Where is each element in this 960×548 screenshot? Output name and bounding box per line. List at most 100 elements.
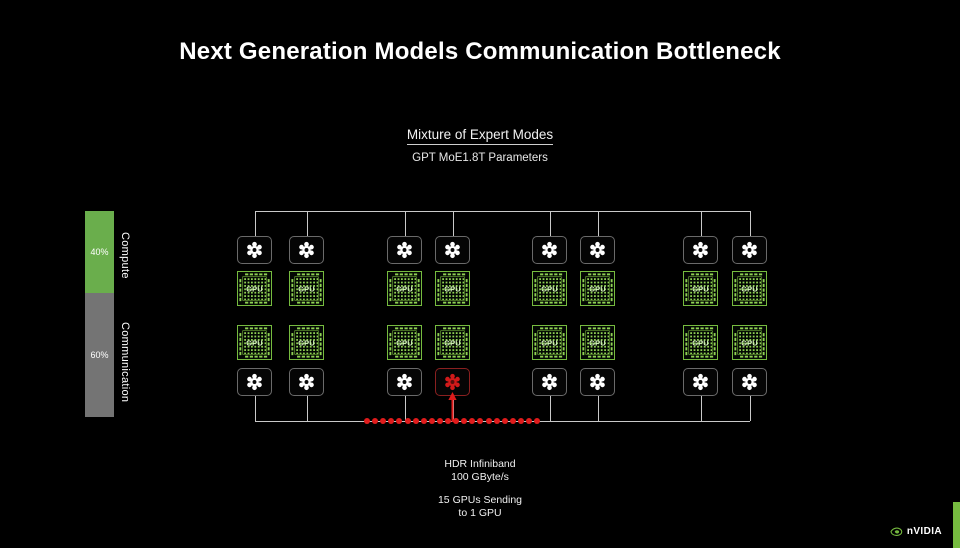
switch-node[interactable] — [732, 368, 767, 396]
ratio-value-communication: 60% — [90, 350, 109, 361]
top-bus-drop-8 — [749, 211, 751, 236]
gpu-node[interactable]: GPU — [532, 271, 567, 306]
gpu-label: GPU — [541, 283, 558, 293]
bottom-bus-drop-5 — [549, 396, 551, 421]
top-bus-drop-3 — [404, 211, 406, 236]
page-title: Next Generation Models Communication Bot… — [179, 38, 781, 65]
congested-link-dot — [469, 418, 476, 424]
congested-link-dot — [420, 418, 427, 424]
congested-link-dot — [412, 418, 419, 424]
gpu-label: GPU — [246, 283, 263, 293]
diagram-heading-text: Mixture of Expert Modes — [406, 127, 554, 145]
gpu-label: GPU — [298, 283, 315, 293]
switch-node[interactable] — [387, 236, 422, 264]
gpu-node[interactable]: GPU — [237, 271, 272, 306]
nvidia-eye-icon — [890, 527, 903, 536]
gpu-node[interactable]: GPU — [289, 325, 324, 360]
switch-node[interactable] — [683, 368, 718, 396]
brand-accent-bar — [953, 502, 960, 548]
nvidia-logo: nVIDIA — [890, 526, 942, 537]
gpu-label: GPU — [444, 337, 461, 347]
congested-link-dot — [428, 418, 435, 424]
gpu-node[interactable]: GPU — [237, 325, 272, 360]
ratio-value-compute: 40% — [90, 247, 109, 258]
caption-receiver: to 1 GPU — [458, 507, 502, 519]
switch-node[interactable] — [289, 368, 324, 396]
switch-node[interactable] — [237, 368, 272, 396]
bottom-bus-drop-6 — [597, 396, 599, 421]
gpu-node[interactable]: GPU — [683, 271, 718, 306]
congested-link-dot — [372, 418, 379, 424]
gpu-label: GPU — [589, 337, 606, 347]
ratio-segment-compute: 40% — [85, 211, 114, 294]
congested-link-dot — [509, 418, 516, 424]
congested-link-dot — [388, 418, 395, 424]
gpu-node[interactable]: GPU — [732, 271, 767, 306]
congested-link-dot — [477, 418, 484, 424]
congested-link-dot — [501, 418, 508, 424]
congested-link-dot — [404, 418, 411, 424]
switch-node[interactable] — [532, 368, 567, 396]
caption-senders: 15 GPUs Sending — [437, 494, 523, 506]
nvidia-wordmark: nVIDIA — [906, 526, 942, 537]
top-bus-line — [254, 211, 750, 212]
gpu-label: GPU — [444, 283, 461, 293]
switch-node[interactable] — [532, 236, 567, 264]
switch-node[interactable] — [289, 236, 324, 264]
ratio-label-communication: Communication — [119, 321, 131, 403]
bottom-bus-drop-8 — [749, 396, 751, 421]
gpu-label: GPU — [741, 337, 758, 347]
switch-node[interactable] — [237, 236, 272, 264]
gpu-node[interactable]: GPU — [532, 325, 567, 360]
congested-link-dot — [380, 418, 387, 424]
slide-canvas: Next Generation Models Communication Bot… — [0, 0, 960, 548]
gpu-node[interactable]: GPU — [289, 271, 324, 306]
gpu-node[interactable]: GPU — [580, 325, 615, 360]
gpu-label: GPU — [589, 283, 606, 293]
congested-link-dot — [534, 418, 541, 424]
bottom-bus-drop-1 — [254, 396, 256, 421]
diagram-subheading: GPT MoE1.8T Parameters — [412, 152, 548, 164]
gpu-label: GPU — [246, 337, 263, 347]
gpu-node[interactable]: GPU — [732, 325, 767, 360]
congested-link-dot — [517, 418, 524, 424]
switch-node[interactable] — [683, 236, 718, 264]
congested-link-dot — [485, 418, 492, 424]
gpu-label: GPU — [298, 337, 315, 347]
gpu-node[interactable]: GPU — [683, 325, 718, 360]
switch-node[interactable] — [387, 368, 422, 396]
gpu-label: GPU — [541, 337, 558, 347]
top-bus-drop-4 — [452, 211, 454, 236]
gpu-node[interactable]: GPU — [435, 271, 470, 306]
gpu-label: GPU — [692, 283, 709, 293]
top-bus-drop-6 — [597, 211, 599, 236]
ratio-label-compute: Compute — [119, 231, 131, 279]
gpu-node[interactable]: GPU — [387, 325, 422, 360]
congested-link-dot — [526, 418, 532, 424]
gpu-node[interactable]: GPU — [387, 271, 422, 306]
top-bus-drop-1 — [254, 211, 256, 236]
congested-link-dot — [493, 418, 500, 424]
compute-communication-ratio-bar: 40% 60% — [85, 211, 114, 417]
switch-node[interactable] — [580, 236, 615, 264]
caption-fabric-bandwidth: 100 GByte/s — [451, 471, 509, 483]
ratio-segment-communication: 60% — [85, 293, 114, 417]
gpu-label: GPU — [692, 337, 709, 347]
top-bus-drop-5 — [549, 211, 551, 236]
gpu-node[interactable]: GPU — [580, 271, 615, 306]
caption-fabric-type: HDR Infiniband — [444, 458, 516, 470]
bottom-bus-drop-7 — [700, 396, 702, 421]
diagram-heading: Mixture of Expert Modes — [0, 127, 960, 145]
switch-node[interactable] — [732, 236, 767, 264]
top-bus-drop-7 — [700, 211, 702, 236]
switch-node[interactable] — [435, 236, 470, 264]
switch-node[interactable] — [580, 368, 615, 396]
congested-link-dot — [461, 418, 468, 424]
congested-link-dot — [396, 418, 403, 424]
gpu-node[interactable]: GPU — [435, 325, 470, 360]
incoming-traffic-arrow — [448, 392, 457, 422]
bottom-bus-drop-2 — [306, 396, 308, 421]
gpu-label: GPU — [396, 337, 413, 347]
congested-link-dot — [436, 418, 443, 424]
gpu-label: GPU — [741, 283, 758, 293]
